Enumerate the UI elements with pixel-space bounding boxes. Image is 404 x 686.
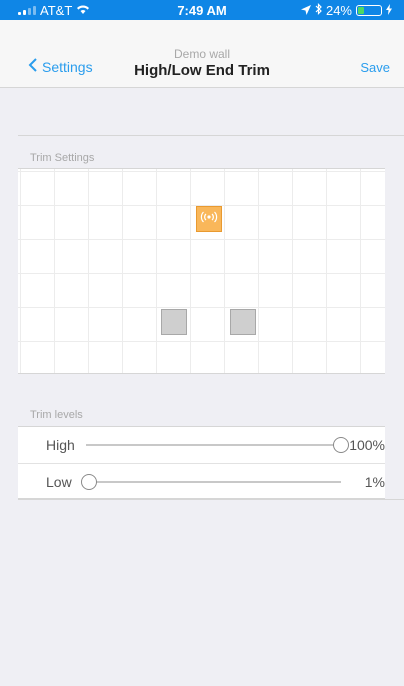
light-fixture-2[interactable]: [230, 309, 256, 335]
low-trim-slider-thumb[interactable]: [80, 474, 97, 490]
high-trim-slider-thumb[interactable]: [333, 437, 349, 453]
trim-value-high: 100%: [349, 437, 385, 453]
trim-row-high: High 100%: [18, 427, 385, 463]
battery-icon: [356, 5, 382, 16]
location-icon: [300, 3, 311, 18]
navigation-bar: Settings Demo wall High/Low End Trim Sav…: [0, 20, 404, 88]
status-bar: AT&T 7:49 AM 24%: [0, 0, 404, 20]
section-header-trim-levels: Trim levels: [30, 409, 83, 421]
section-header-trim-settings: Trim Settings: [30, 152, 95, 164]
trim-levels-table: High 100% Low 1%: [18, 426, 385, 499]
battery-percent: 24%: [325, 3, 352, 18]
bottom-divider: [18, 499, 404, 500]
light-fixture-1[interactable]: [161, 309, 187, 335]
top-spacer: [18, 88, 404, 136]
trim-label-low: Low: [46, 474, 72, 490]
room-layout-grid[interactable]: [18, 168, 385, 374]
page-title: High/Low End Trim: [134, 62, 270, 79]
low-trim-slider[interactable]: [80, 474, 341, 490]
trim-row-low: Low 1%: [18, 463, 385, 500]
sensor-icon: [198, 210, 220, 229]
charging-icon: [386, 3, 392, 18]
nav-subtitle: Demo wall: [173, 47, 230, 61]
trim-label-high: High: [46, 437, 75, 453]
high-trim-slider[interactable]: [86, 437, 349, 453]
bluetooth-icon: [315, 3, 322, 18]
trim-value-low: 1%: [364, 474, 385, 490]
status-right: 24%: [300, 3, 392, 18]
sensor-device[interactable]: [196, 206, 222, 232]
save-button[interactable]: Save: [360, 60, 390, 75]
